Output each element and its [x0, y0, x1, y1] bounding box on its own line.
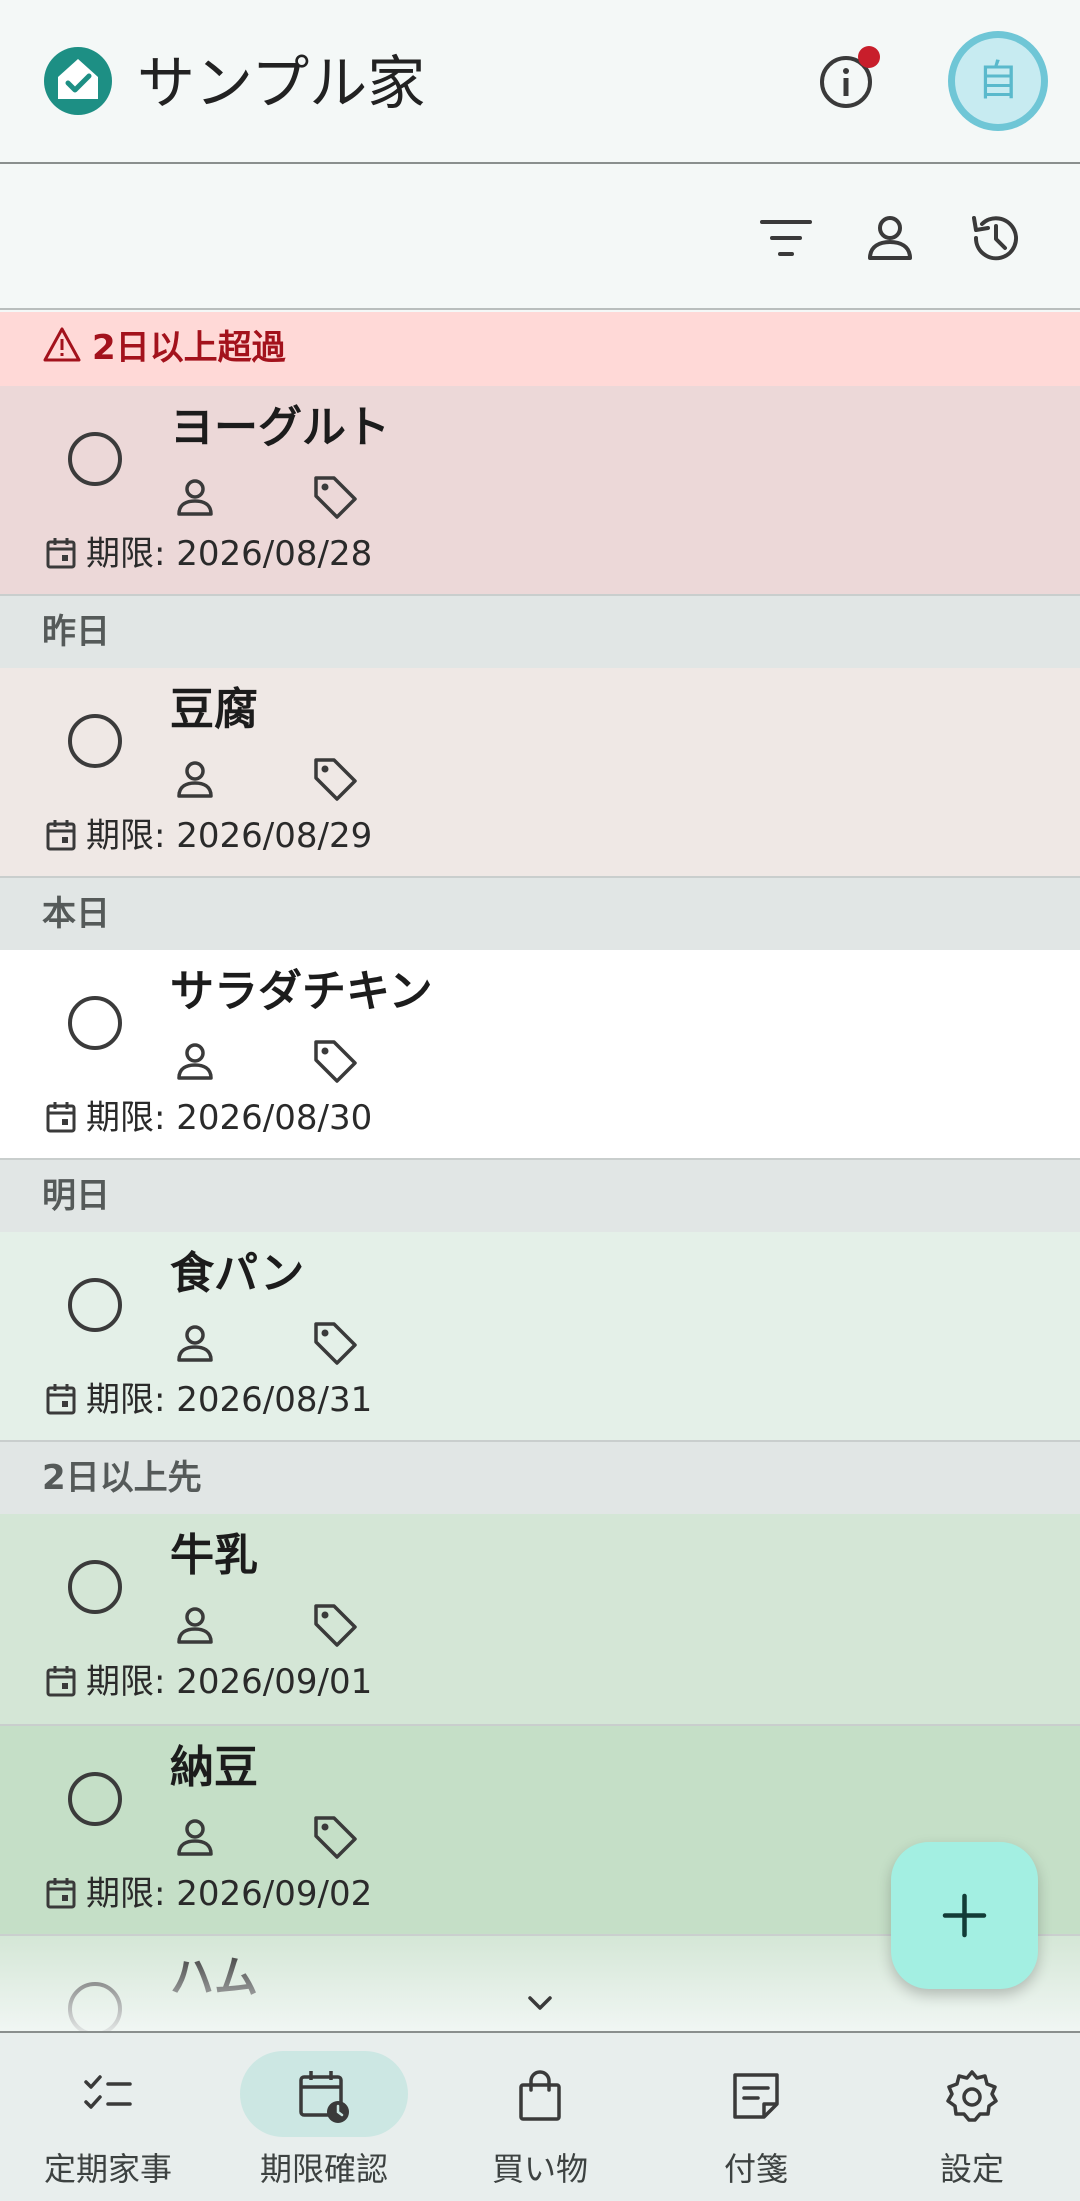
complete-checkbox[interactable]	[68, 1982, 122, 2032]
nav-label: 買い物	[491, 2150, 588, 2188]
person-icon[interactable]	[172, 1320, 218, 1366]
list-item[interactable]: ヨーグルト 期限: 2026/08/28	[0, 386, 1080, 596]
tag-icon[interactable]	[310, 1036, 360, 1086]
avatar-initial: 自	[955, 38, 1041, 124]
complete-checkbox[interactable]	[68, 1772, 122, 1826]
section-header-later: 2日以上先	[0, 1442, 1080, 1514]
calendar-icon	[46, 1102, 76, 1133]
section-header-today: 本日	[0, 878, 1080, 950]
complete-checkbox[interactable]	[68, 996, 122, 1050]
person-filter-icon[interactable]	[858, 206, 922, 270]
list-item[interactable]: 食パン 期限: 2026/08/31	[0, 1232, 1080, 1442]
tag-icon[interactable]	[310, 754, 360, 804]
complete-checkbox[interactable]	[68, 1560, 122, 1614]
person-icon[interactable]	[172, 756, 218, 802]
app-title: サンプル家	[137, 49, 426, 117]
checklist-icon	[84, 2075, 132, 2109]
nav-label: 定期家事	[43, 2150, 172, 2188]
section-header-overdue: 2日以上超過	[0, 312, 1080, 386]
calendar-icon	[46, 1666, 76, 1697]
nav-label: 付箋	[723, 2150, 788, 2188]
section-title: 本日	[42, 894, 110, 934]
calendar-icon	[46, 1878, 76, 1909]
due-date: 期限: 2026/08/31	[44, 1376, 372, 1424]
nav-item-shopping[interactable]: 買い物	[432, 2033, 648, 2201]
bottom-navigation: 定期家事 期限確認 買い物 付箋 設定	[0, 2031, 1080, 2201]
due-date: 期限: 2026/08/29	[44, 812, 372, 860]
chevron-down-icon[interactable]	[522, 1985, 558, 2021]
due-date: 期限: 2026/08/28	[44, 530, 372, 578]
notification-dot	[858, 46, 880, 68]
tag-icon[interactable]	[310, 1318, 360, 1368]
item-name: ハム	[170, 1952, 258, 2003]
list-item[interactable]: 牛乳 期限: 2026/09/01	[0, 1514, 1080, 1726]
list-item[interactable]: 豆腐 期限: 2026/08/29	[0, 668, 1080, 878]
plus-icon	[942, 1893, 987, 1938]
calendar-clock-icon	[299, 2071, 349, 2123]
filter-icon[interactable]	[754, 206, 818, 270]
complete-checkbox[interactable]	[68, 1278, 122, 1332]
tag-icon[interactable]	[310, 1600, 360, 1650]
nav-item-sticky-notes[interactable]: 付箋	[648, 2033, 864, 2201]
sticky-note-icon	[733, 2073, 779, 2119]
complete-checkbox[interactable]	[68, 714, 122, 768]
due-date: 期限: 2026/08/30	[44, 1094, 372, 1142]
item-name: 牛乳	[170, 1530, 258, 1581]
nav-item-expiry-check[interactable]: 期限確認	[216, 2033, 432, 2201]
expiry-list[interactable]: 2日以上超過 ヨーグルト 期限: 2026/08/28 昨日 豆腐 期限: 20…	[0, 312, 1080, 2032]
item-name: 食パン	[170, 1248, 305, 1299]
section-header-tomorrow: 明日	[0, 1160, 1080, 1232]
due-date: 期限: 2026/09/02	[44, 1870, 372, 1918]
nav-label: 設定	[939, 2150, 1004, 2188]
list-item[interactable]: サラダチキン 期限: 2026/08/30	[0, 950, 1080, 1160]
tag-icon[interactable]	[310, 472, 360, 522]
person-icon[interactable]	[172, 1038, 218, 1084]
calendar-icon	[46, 820, 76, 851]
person-icon[interactable]	[172, 1814, 218, 1860]
section-header-yesterday: 昨日	[0, 596, 1080, 668]
section-title: 昨日	[42, 612, 110, 652]
complete-checkbox[interactable]	[68, 432, 122, 486]
section-title: 明日	[42, 1176, 110, 1216]
item-name: ヨーグルト	[170, 402, 390, 453]
nav-item-settings[interactable]: 設定	[864, 2033, 1080, 2201]
item-name: サラダチキン	[170, 966, 433, 1017]
app-bar: サンプル家 自	[0, 0, 1080, 164]
calendar-icon	[46, 1384, 76, 1415]
section-title: 2日以上超過	[92, 328, 286, 368]
item-name: 豆腐	[170, 684, 258, 735]
person-icon[interactable]	[172, 1602, 218, 1648]
nav-item-recurring-chores[interactable]: 定期家事	[0, 2033, 216, 2201]
calendar-icon	[46, 538, 76, 569]
gear-icon	[946, 2070, 998, 2122]
shopping-bag-icon	[519, 2070, 561, 2121]
add-button[interactable]	[891, 1842, 1038, 1989]
history-icon[interactable]	[964, 206, 1028, 270]
user-avatar[interactable]: 自	[948, 31, 1048, 131]
warning-icon	[43, 327, 81, 362]
person-icon[interactable]	[172, 474, 218, 520]
tag-icon[interactable]	[310, 1812, 360, 1862]
section-title: 2日以上先	[42, 1458, 202, 1498]
due-date: 期限: 2026/09/01	[44, 1658, 372, 1706]
house-check-logo-icon	[44, 47, 112, 115]
list-toolbar	[0, 166, 1080, 310]
item-name: 納豆	[170, 1742, 258, 1793]
nav-label: 期限確認	[259, 2150, 388, 2188]
